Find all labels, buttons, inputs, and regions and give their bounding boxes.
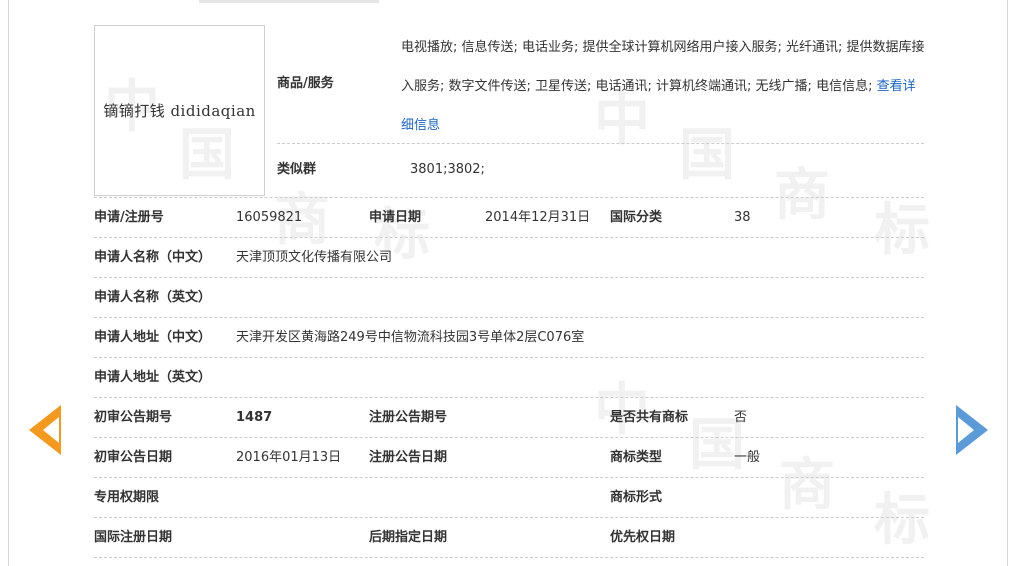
applicant-address-en-label: 申请人地址（英文） (94, 370, 212, 385)
prelim-issue-value: 1487 (236, 410, 273, 425)
goods-services-value: 电视播放; 信息传送; 电话业务; 提供全球计算机网络用户接入服务; 光纤通讯;… (401, 28, 926, 145)
applicant-name-en-label: 申请人名称（英文） (94, 290, 212, 305)
top-tab-indicator (199, 0, 379, 3)
applicant-name-cn-value: 天津顶顶文化传播有限公司 (236, 250, 393, 265)
trademark-form-label: 商标形式 (610, 490, 663, 505)
similar-group-label: 类似群 (277, 162, 317, 177)
intl-class-label: 国际分类 (610, 210, 663, 225)
watermark-char: 标 (874, 488, 930, 553)
row-divider (94, 517, 924, 518)
prelim-date-value: 2016年01月13日 (236, 450, 342, 465)
prelim-issue-label: 初审公告期号 (94, 410, 173, 425)
previous-arrow-icon[interactable] (29, 405, 61, 455)
watermark-char: 商 (774, 163, 830, 228)
applicant-address-cn-label: 申请人地址（中文） (94, 330, 212, 345)
row-divider (277, 143, 924, 144)
similar-group-value: 3801;3802; (410, 162, 485, 177)
applicant-name-cn-label: 申请人名称（中文） (94, 250, 212, 265)
reg-date-label: 注册公告日期 (369, 450, 448, 465)
row-divider (94, 437, 924, 438)
next-arrow-icon[interactable] (956, 405, 988, 455)
row-divider (94, 237, 924, 238)
goods-services-text: 电视播放; 信息传送; 电话业务; 提供全球计算机网络用户接入服务; 光纤通讯;… (401, 40, 925, 94)
later-designation-date-label: 后期指定日期 (369, 530, 448, 545)
trademark-type-value: 一般 (734, 450, 761, 465)
row-divider (94, 357, 924, 358)
exclusive-period-label: 专用权期限 (94, 490, 160, 505)
watermark-char: 商 (779, 453, 835, 518)
reg-no-label: 申请/注册号 (94, 210, 164, 225)
apply-date-value: 2014年12月31日 (485, 210, 591, 225)
row-divider (94, 317, 924, 318)
goods-services-label: 商品/服务 (277, 76, 334, 91)
row-divider (94, 397, 924, 398)
priority-date-label: 优先权日期 (610, 530, 676, 545)
row-divider (94, 477, 924, 478)
row-divider (94, 277, 924, 278)
shared-trademark-value: 否 (734, 410, 748, 425)
prelim-date-label: 初审公告日期 (94, 450, 173, 465)
intl-class-value: 38 (734, 210, 751, 225)
intl-reg-date-label: 国际注册日期 (94, 530, 173, 545)
trademark-image-text: 镝镝打钱 dididaqian (103, 102, 256, 120)
watermark-char: 中 (594, 378, 650, 443)
trademark-type-label: 商标类型 (610, 450, 663, 465)
row-divider (94, 557, 924, 558)
trademark-image: 镝镝打钱 dididaqian (94, 25, 265, 196)
shared-trademark-label: 是否共有商标 (610, 410, 689, 425)
reg-issue-label: 注册公告期号 (369, 410, 448, 425)
row-divider (94, 197, 924, 198)
applicant-address-cn-value: 天津开发区黄海路249号中信物流科技园3号单体2层C076室 (236, 330, 585, 345)
reg-no-value: 16059821 (236, 210, 303, 225)
apply-date-label: 申请日期 (369, 210, 422, 225)
